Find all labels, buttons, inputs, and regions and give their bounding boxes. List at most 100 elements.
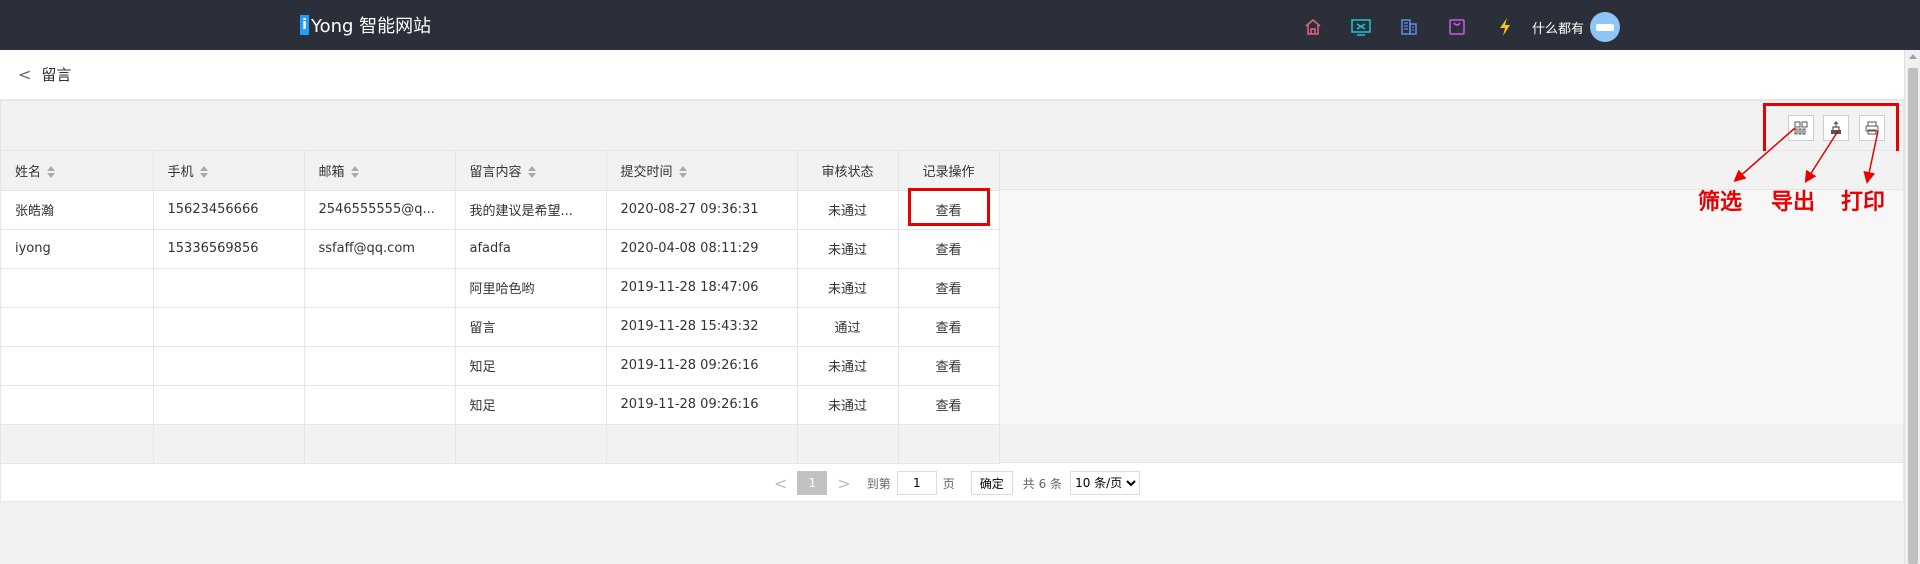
prev-page-icon[interactable]: < bbox=[774, 474, 787, 493]
sort-icon[interactable] bbox=[678, 166, 687, 179]
pagination: < 1 > 到第 页 确定 共 6 条 10 条/页 bbox=[1, 463, 1903, 503]
cell-name bbox=[1, 307, 154, 347]
cell-content: 留言 bbox=[455, 307, 607, 347]
body-filler bbox=[998, 190, 1903, 424]
avatar[interactable] bbox=[1590, 12, 1621, 42]
sort-icon[interactable] bbox=[527, 166, 536, 179]
view-button[interactable]: 查看 bbox=[898, 229, 1000, 269]
cell-email bbox=[304, 385, 456, 425]
empty-table-row bbox=[1, 424, 1000, 464]
page-scrollbar[interactable] bbox=[1904, 50, 1920, 564]
table-toolbar bbox=[1, 101, 1903, 155]
cell-email bbox=[304, 268, 456, 308]
page-title: 留言 bbox=[41, 66, 72, 84]
cell-email bbox=[304, 307, 456, 347]
bag-icon[interactable] bbox=[1444, 14, 1470, 40]
breadcrumb: < 留言 bbox=[0, 50, 1916, 100]
annotation-box-view bbox=[908, 188, 990, 226]
lightning-icon[interactable] bbox=[1492, 14, 1518, 40]
view-button[interactable]: 查看 bbox=[898, 307, 1000, 347]
cell-name: 张皓瀚 bbox=[1, 190, 154, 230]
header-filler bbox=[998, 151, 1903, 190]
sort-icon[interactable] bbox=[47, 166, 56, 179]
home-icon[interactable] bbox=[1300, 14, 1326, 40]
annotation-box-tools bbox=[1763, 103, 1899, 155]
cell-time: 2019-11-28 15:43:32 bbox=[606, 307, 798, 347]
cell-email bbox=[304, 346, 456, 386]
cell-time: 2019-11-28 18:47:06 bbox=[606, 268, 798, 308]
table-row: iyong 15336569856 ssfaff@qq.com afadfa 2… bbox=[1, 229, 1000, 269]
cell-phone bbox=[153, 346, 305, 386]
monitor-icon[interactable] bbox=[1348, 14, 1374, 40]
cell-phone bbox=[153, 385, 305, 425]
col-header-content[interactable]: 留言内容 bbox=[455, 151, 607, 191]
cell-content: 阿里哈色哟 bbox=[455, 268, 607, 308]
col-header-name[interactable]: 姓名 bbox=[1, 151, 154, 191]
col-header-status: 审核状态 bbox=[797, 151, 899, 191]
scroll-up-icon[interactable] bbox=[1909, 54, 1917, 59]
cell-content: 知足 bbox=[455, 346, 607, 386]
table-row: 知足 2019-11-28 09:26:16 未通过 查看 bbox=[1, 346, 1000, 386]
table-row: 知足 2019-11-28 09:26:16 未通过 查看 bbox=[1, 385, 1000, 425]
cell-name bbox=[1, 268, 154, 308]
table-panel: 姓名 手机 邮箱 留言内容 提交时间 审核状态 记录操作 张皓瀚 1562345… bbox=[0, 100, 1904, 502]
cell-phone bbox=[153, 307, 305, 347]
view-button[interactable]: 查看 bbox=[898, 346, 1000, 386]
cell-time: 2020-04-08 08:11:29 bbox=[606, 229, 798, 269]
cell-status: 未通过 bbox=[797, 385, 899, 425]
page-label: 页 bbox=[942, 476, 955, 491]
page-number-current[interactable]: 1 bbox=[797, 471, 828, 495]
top-navbar: i Yong 智能网站 什么都有 bbox=[0, 0, 1920, 50]
site-logo[interactable]: i Yong 智能网站 bbox=[300, 12, 431, 38]
cell-status: 未通过 bbox=[797, 229, 899, 269]
table-header-row: 姓名 手机 邮箱 留言内容 提交时间 审核状态 记录操作 bbox=[1, 151, 1000, 191]
col-header-action: 记录操作 bbox=[898, 151, 1000, 191]
cell-name bbox=[1, 385, 154, 425]
back-arrow-icon[interactable]: < bbox=[18, 65, 31, 84]
cell-phone: 15623456666 bbox=[153, 190, 305, 230]
annotation-print-label: 打印 bbox=[1841, 189, 1886, 215]
cell-status: 通过 bbox=[797, 307, 899, 347]
cell-time: 2020-08-27 09:36:31 bbox=[606, 190, 798, 230]
cell-content: 我的建议是希望... bbox=[455, 190, 607, 230]
annotation-filter-label: 筛选 bbox=[1698, 189, 1743, 215]
col-header-time[interactable]: 提交时间 bbox=[606, 151, 798, 191]
cell-status: 未通过 bbox=[797, 346, 899, 386]
cell-content: afadfa bbox=[455, 229, 607, 269]
col-header-email[interactable]: 邮箱 bbox=[304, 151, 456, 191]
cell-phone: 15336569856 bbox=[153, 229, 305, 269]
cell-name bbox=[1, 346, 154, 386]
cell-status: 未通过 bbox=[797, 268, 899, 308]
table-row: 张皓瀚 15623456666 2546555555@q... 我的建议是希望.… bbox=[1, 190, 1000, 230]
cell-email: ssfaff@qq.com bbox=[304, 229, 456, 269]
view-button[interactable]: 查看 bbox=[898, 385, 1000, 425]
cell-phone bbox=[153, 268, 305, 308]
next-page-icon[interactable]: > bbox=[837, 474, 850, 493]
goto-confirm-button[interactable]: 确定 bbox=[970, 471, 1013, 495]
cell-time: 2019-11-28 09:26:16 bbox=[606, 385, 798, 425]
page-size-select[interactable]: 10 条/页 bbox=[1070, 471, 1141, 495]
cell-email: 2546555555@q... bbox=[304, 190, 456, 230]
goto-page-input[interactable] bbox=[896, 471, 937, 495]
sort-icon[interactable] bbox=[199, 166, 208, 179]
view-button[interactable]: 查看 bbox=[898, 268, 1000, 308]
col-header-phone[interactable]: 手机 bbox=[153, 151, 305, 191]
table-row: 留言 2019-11-28 15:43:32 通过 查看 bbox=[1, 307, 1000, 347]
top-icon-group: 什么都有 bbox=[1300, 12, 1621, 42]
table-row: 阿里哈色哟 2019-11-28 18:47:06 未通过 查看 bbox=[1, 268, 1000, 308]
goto-label: 到第 bbox=[866, 476, 891, 491]
sort-icon[interactable] bbox=[350, 166, 359, 179]
cell-status: 未通过 bbox=[797, 190, 899, 230]
cell-time: 2019-11-28 09:26:16 bbox=[606, 346, 798, 386]
cell-content: 知足 bbox=[455, 385, 607, 425]
empty-row-filler bbox=[998, 424, 1903, 463]
building-icon[interactable] bbox=[1396, 14, 1422, 40]
logo-text: Yong 智能网站 bbox=[311, 16, 432, 37]
total-count: 共 6 条 bbox=[1022, 476, 1063, 491]
annotation-export-label: 导出 bbox=[1771, 189, 1816, 215]
cell-name: iyong bbox=[1, 229, 154, 269]
logo-letter: i bbox=[300, 15, 309, 35]
messages-table: 姓名 手机 邮箱 留言内容 提交时间 审核状态 记录操作 张皓瀚 1562345… bbox=[1, 151, 1000, 464]
user-name[interactable]: 什么都有 bbox=[1532, 18, 1584, 37]
scroll-thumb[interactable] bbox=[1908, 68, 1918, 564]
